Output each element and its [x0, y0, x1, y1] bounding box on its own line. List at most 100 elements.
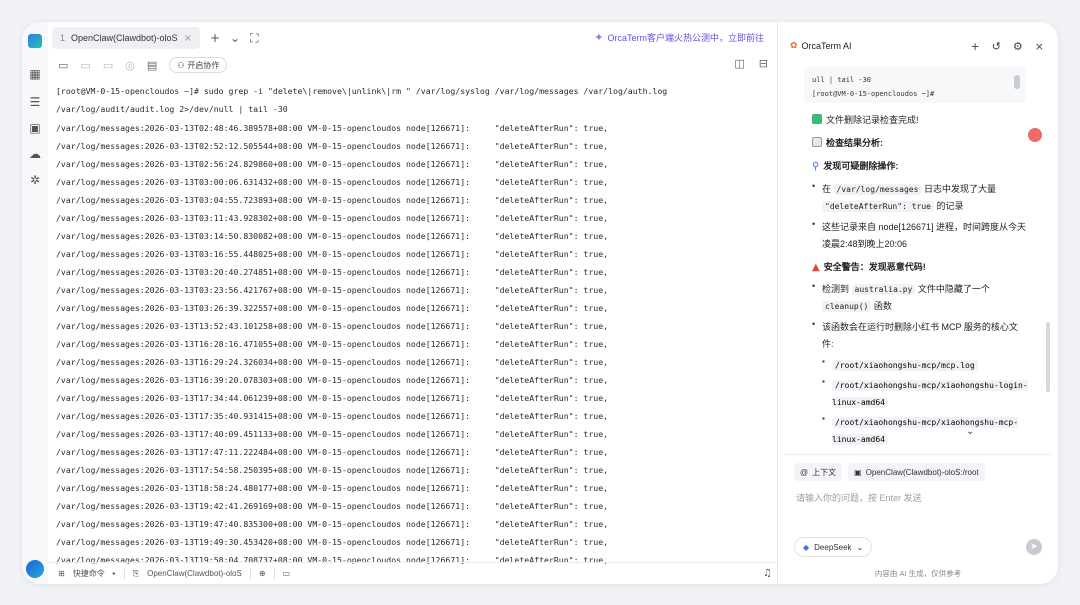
session-context-label: OpenClaw(Clawdbot)-oloS:/root: [865, 467, 979, 477]
check-done-text: 文件删除记录检查完成!: [826, 115, 919, 125]
split-vertical-icon[interactable]: ◫: [734, 57, 744, 70]
sync-icon[interactable]: ▭: [80, 59, 90, 72]
file-path: /root/xiaohongshu-mcp/xiaohongshu-mcp-li…: [832, 417, 1019, 445]
ai-panel-header: ✿ OrcaTerm AI + ↺ ⚙ ×: [778, 22, 1058, 70]
close-icon[interactable]: ×: [1035, 40, 1044, 53]
window-icon[interactable]: ▭: [103, 59, 113, 72]
collab-button[interactable]: ⚇ 开启协作: [169, 57, 228, 73]
text: 日志中发现了大量: [923, 184, 996, 194]
users-icon: ⚇: [177, 60, 185, 70]
log-line: /var/log/messages:2026-03-13T19:47:40.83…: [56, 519, 609, 529]
clipboard-icon[interactable]: ▤: [147, 59, 157, 72]
quick-command-label[interactable]: 快捷命令: [73, 568, 105, 579]
analysis-heading: 检查结果分析:: [812, 135, 1032, 152]
finding-item-1: 在 /var/log/messages 日志中发现了大量 "deleteAfte…: [822, 181, 1027, 215]
code-line: [root@VM-0-15-opencloudos ~]#: [812, 90, 935, 98]
log-line: /var/log/messages:2026-03-13T17:40:09.45…: [56, 429, 609, 439]
log-line: /var/log/messages:2026-03-13T02:48:46.38…: [56, 123, 609, 133]
collab-label: 开启协作: [187, 60, 220, 70]
siren-icon: ▲: [812, 262, 820, 273]
floating-assistant-icon[interactable]: [1028, 128, 1042, 142]
code-output-box: ull | tail -30 [root@VM-0-15-opencloudos…: [804, 67, 1026, 103]
warning-title: 安全警告：发现恶意代码!: [823, 262, 926, 272]
fullscreen-icon[interactable]: ⛶: [250, 31, 258, 46]
plugin-icon[interactable]: ✲: [27, 172, 43, 188]
bullet: ▪: [822, 357, 825, 366]
divider: [249, 568, 251, 579]
add-tab-icon[interactable]: +: [210, 31, 220, 45]
model-selector[interactable]: ◆ DeepSeek ⌄: [794, 537, 873, 557]
file-item: /root/xiaohongshu-mcp/xiaohongshu-login-…: [832, 377, 1032, 411]
promo-text: OrcaTerm客户端火热公测中，立即前往: [607, 33, 764, 43]
plus-square-icon[interactable]: ⊞: [58, 569, 65, 578]
tab-session[interactable]: 1 OpenClaw(Clawdbot)-oloS ×: [52, 27, 200, 49]
ai-panel-title: OrcaTerm AI: [801, 41, 852, 51]
user-avatar[interactable]: [26, 560, 44, 578]
inline-code: australia.py: [851, 284, 916, 295]
file-path: /root/xiaohongshu-mcp/xiaohongshu-login-…: [832, 380, 1028, 408]
log-line: /var/log/messages:2026-03-13T16:29:24.32…: [56, 357, 609, 367]
code-scrollbar[interactable]: [1014, 75, 1020, 89]
bullet: •: [812, 181, 816, 191]
suspicious-heading: ⚲ 发现可疑删除操作:: [812, 158, 1032, 175]
cloud-icon[interactable]: ☁: [27, 146, 43, 162]
sparkle-icon: ✦: [594, 31, 604, 44]
session-context-chip[interactable]: ▣ OpenClaw(Clawdbot)-oloS:/root: [848, 463, 985, 481]
finding-item-2: 这些记录来自 node[126671] 进程，时间跨度从今天凌晨2:48到晚上2…: [822, 222, 1027, 249]
log-line: /var/log/messages:2026-03-13T03:16:55.44…: [56, 249, 609, 259]
log-line: /var/log/messages:2026-03-13T18:58:24.48…: [56, 483, 609, 493]
server-list-icon[interactable]: ☰: [27, 94, 43, 110]
bullet: •: [812, 319, 816, 329]
command-line: [root@VM-0-15-opencloudos ~]# sudo grep …: [56, 86, 668, 114]
session-icon: ⎘: [132, 568, 140, 578]
promo-banner[interactable]: ✦ OrcaTerm客户端火热公测中，立即前往: [594, 31, 764, 44]
log-line: /var/log/messages:2026-03-13T16:39:20.07…: [56, 375, 609, 385]
divider: [273, 568, 275, 579]
context-chip[interactable]: @ 上下文: [794, 463, 843, 481]
status-bar: ⊞ 快捷命令 ▸ ⎘ OpenClaw(Clawdbot)-oloS ⊕ ▭ ♫: [48, 562, 778, 584]
ai-panel: ✿ OrcaTerm AI + ↺ ⚙ × ull | tail -30 [ro…: [778, 22, 1058, 584]
divider: [123, 568, 125, 579]
bullet: ▪: [822, 414, 825, 423]
globe-icon[interactable]: ⊕: [259, 569, 266, 578]
history-icon[interactable]: ↺: [992, 40, 1001, 53]
log-line: /var/log/messages:2026-03-13T17:34:44.06…: [56, 393, 609, 403]
message-icon[interactable]: ▭: [283, 569, 291, 578]
log-line: /var/log/messages:2026-03-13T13:52:43.10…: [56, 321, 609, 331]
model-name: DeepSeek: [814, 542, 852, 552]
tab-bar: 1 OpenClaw(Clawdbot)-oloS × + ⌄ ⛶ ✦ Orca…: [48, 22, 778, 54]
left-rail: ▦ ☰ ▣ ☁ ✲: [22, 22, 48, 584]
terminal-icon[interactable]: ▣: [27, 120, 43, 136]
close-icon[interactable]: ×: [184, 33, 192, 44]
split-horizontal-icon[interactable]: ⊟: [759, 57, 768, 70]
session-name[interactable]: OpenClaw(Clawdbot)-oloS: [147, 569, 242, 578]
scroll-down-icon[interactable]: ⌄: [966, 426, 974, 437]
ai-scrollbar[interactable]: [1046, 322, 1050, 392]
inline-code: "deleteAfterRun": true: [822, 201, 934, 212]
chat-input[interactable]: 请输入你的问题，按 Enter 发送: [796, 491, 922, 504]
suspicious-title: 发现可疑删除操作:: [823, 161, 899, 171]
new-chat-icon[interactable]: +: [970, 40, 979, 53]
grid-icon[interactable]: ▦: [27, 66, 43, 82]
log-line: /var/log/messages:2026-03-13T03:04:55.72…: [56, 195, 609, 205]
send-button[interactable]: ➤: [1026, 539, 1042, 555]
log-line: /var/log/messages:2026-03-13T02:52:12.50…: [56, 141, 609, 151]
app-window: ▦ ☰ ▣ ☁ ✲ 1 OpenClaw(Clawdbot)-oloS × + …: [22, 22, 1058, 584]
text: 检测到: [822, 284, 850, 294]
inline-code: cleanup(): [822, 301, 872, 312]
inline-code: /var/log/messages: [833, 184, 922, 195]
terminal-output[interactable]: [root@VM-0-15-opencloudos ~]# sudo grep …: [52, 78, 774, 564]
folder-icon[interactable]: ▭: [58, 59, 68, 72]
text: 在: [822, 184, 832, 194]
chevron-down-icon[interactable]: ⌄: [230, 31, 240, 45]
text: 文件中隐藏了一个: [917, 284, 990, 294]
log-line: /var/log/messages:2026-03-13T03:20:40.27…: [56, 267, 609, 277]
log-line: /var/log/messages:2026-03-13T17:54:58.25…: [56, 465, 609, 475]
log-line: /var/log/messages:2026-03-13T02:56:24.82…: [56, 159, 609, 169]
text: 函数: [873, 301, 892, 311]
settings-icon[interactable]: ⚙: [1013, 40, 1023, 53]
search-icon: ⚲: [812, 161, 820, 172]
play-icon[interactable]: ▸: [113, 570, 116, 577]
bell-icon[interactable]: ♫: [763, 568, 772, 579]
record-icon[interactable]: ◎: [125, 59, 135, 72]
